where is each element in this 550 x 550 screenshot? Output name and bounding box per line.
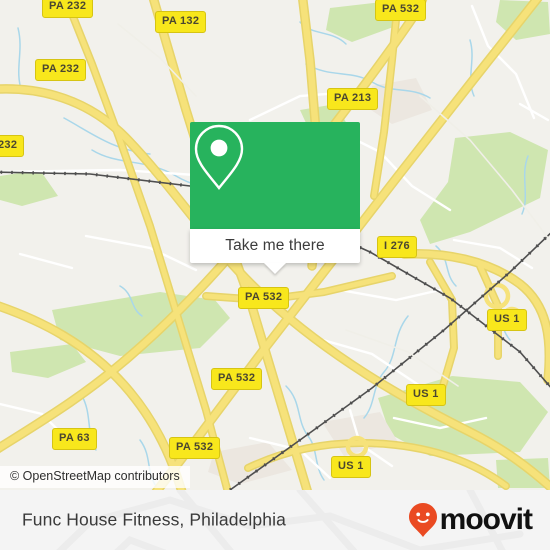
road-shield: PA 532 (211, 368, 263, 390)
moovit-smiley-pin-icon (408, 503, 437, 537)
road-shield: PA 232 (42, 0, 94, 18)
road-shield: PA 532 (169, 437, 221, 459)
road-shield: PA 213 (327, 88, 379, 110)
moovit-place-card: .rd{fill:none;stroke:#f6e27a;stroke-line… (0, 0, 550, 550)
place-title: Func House Fitness, Philadelphia (22, 509, 286, 530)
popup-tail (264, 263, 286, 274)
take-me-there-label: Take me there (225, 237, 325, 254)
road-shield: US 1 (406, 384, 446, 406)
place-popup-card[interactable]: Take me there (190, 122, 360, 274)
moovit-logo[interactable]: moovit (408, 502, 533, 538)
road-shield: PA 132 (155, 11, 207, 33)
road-shield: PA 532 (375, 0, 427, 21)
map-pin-icon (194, 124, 244, 190)
map-canvas[interactable]: .rd{fill:none;stroke:#f6e27a;stroke-line… (0, 0, 550, 490)
road-shield: PA 232 (35, 59, 87, 81)
road-shield: US 1 (331, 456, 371, 478)
road-shield: 232 (0, 135, 25, 157)
road-shield: I 276 (377, 236, 417, 258)
take-me-there-button[interactable]: Take me there (190, 229, 360, 263)
osm-attribution[interactable]: © OpenStreetMap contributors (0, 466, 190, 488)
footer-bar: Func House Fitness, Philadelphia moovit (0, 490, 550, 550)
road-shield: PA 532 (238, 287, 290, 309)
popup-header (190, 122, 360, 229)
moovit-wordmark: moovit (439, 503, 533, 536)
road-shield: US 1 (487, 309, 527, 331)
road-shield: PA 63 (52, 428, 97, 450)
